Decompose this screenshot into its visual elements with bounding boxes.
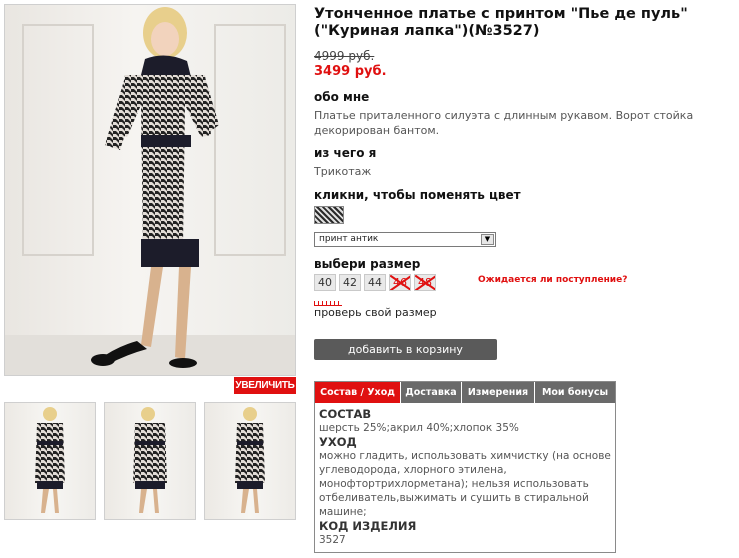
dress-model-image (5, 7, 295, 375)
care-line: монофтортрихлорметана); нельзя использов… (319, 478, 589, 490)
color-swatch-houndstooth[interactable] (314, 206, 344, 224)
thumbnail-image (235, 407, 265, 513)
tab-composition-care[interactable]: Состав / Уход (315, 382, 401, 403)
size-option-42[interactable]: 42 (339, 274, 361, 291)
care-line: отбеливатель,выжимать и сушить в стираль… (319, 492, 589, 504)
thumbnail-1[interactable] (4, 402, 96, 520)
color-select[interactable]: принт антик ▼ (314, 232, 496, 247)
thumbnail-3[interactable] (204, 402, 296, 520)
thumbnail-image (35, 407, 65, 513)
old-price: 4999 руб. (314, 49, 375, 63)
new-price: 3499 руб. (314, 64, 387, 79)
tab-content: СОСТАВ шерсть 25%;акрил 40%;хлопок 35% У… (319, 407, 611, 547)
size-option-44[interactable]: 44 (364, 274, 386, 291)
add-to-cart-button[interactable]: добавить в корзину (314, 339, 497, 360)
material-heading: из чего я (314, 146, 377, 160)
details-tabs-panel: Состав / Уход Доставка Измерения Мои бон… (314, 381, 616, 553)
ruler-icon[interactable] (314, 299, 342, 306)
enlarge-button[interactable]: УВЕЛИЧИТЬ (234, 377, 296, 394)
size-heading: выбери размер (314, 257, 421, 271)
color-heading: кликни, чтобы поменять цвет (314, 188, 521, 202)
details-tabs: Состав / Уход Доставка Измерения Мои бон… (315, 382, 615, 403)
thumbnail-2[interactable] (104, 402, 196, 520)
care-line: машине; (319, 506, 367, 518)
about-text: Платье приталенного силуэта с длинным ру… (314, 109, 694, 137)
thumbnail-image (133, 407, 167, 513)
size-option-48-unavailable[interactable]: 48 (414, 274, 436, 291)
restock-inquiry-link[interactable]: Ожидается ли поступление? (478, 275, 627, 285)
chevron-down-icon[interactable]: ▼ (481, 234, 494, 245)
care-line: углеводорода, хлорного этилена, (319, 464, 507, 476)
care-heading: УХОД (319, 435, 357, 449)
tab-my-bonuses[interactable]: Мои бонусы (535, 382, 615, 403)
product-code: 3527 (319, 534, 346, 546)
tab-delivery[interactable]: Доставка (401, 382, 462, 403)
code-heading: КОД ИЗДЕЛИЯ (319, 519, 417, 533)
main-product-photo[interactable] (4, 4, 296, 376)
composition-heading: СОСТАВ (319, 407, 372, 421)
color-select-value: принт антик (319, 234, 379, 244)
about-heading: обо мне (314, 90, 370, 104)
composition-text: шерсть 25%;акрил 40%;хлопок 35% (319, 422, 519, 434)
tab-measurements[interactable]: Измерения (462, 382, 535, 403)
care-line: можно гладить, использовать химчистку (н… (319, 450, 611, 462)
size-option-46-unavailable[interactable]: 46 (389, 274, 411, 291)
check-size-link[interactable]: проверь свой размер (314, 306, 437, 319)
material-text: Трикотаж (314, 165, 372, 178)
product-title: Утонченное платье с принтом "Пье де пуль… (314, 6, 688, 39)
size-option-40[interactable]: 40 (314, 274, 336, 291)
